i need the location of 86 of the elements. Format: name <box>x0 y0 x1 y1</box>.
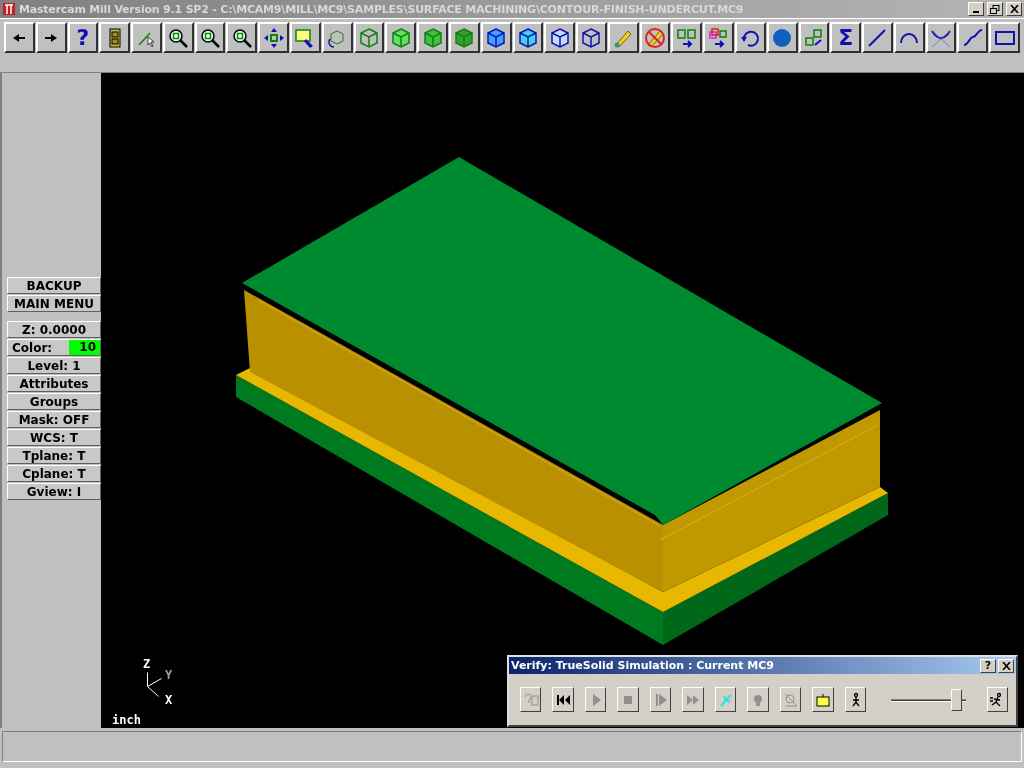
arc-button[interactable] <box>893 22 925 53</box>
color-swatch: 10 <box>69 340 100 355</box>
view-button[interactable] <box>544 22 576 53</box>
setting-button[interactable]: Groups <box>7 393 101 410</box>
help-button[interactable]: ? <box>980 658 996 673</box>
setting-button[interactable]: Tplane: T <box>7 447 101 464</box>
setting-label: Color: <box>12 340 53 355</box>
setting-button[interactable]: WCS: T <box>7 429 101 446</box>
view-button[interactable] <box>576 22 607 53</box>
menu-button[interactable]: BACKUP <box>7 277 101 294</box>
close-button[interactable] <box>1006 2 1022 16</box>
shaded-cube-icon <box>580 26 603 49</box>
pencil-button[interactable] <box>607 22 639 53</box>
rewind-button[interactable] <box>552 687 574 712</box>
view-button[interactable] <box>385 22 417 53</box>
wireframe-cube-icon <box>453 26 476 49</box>
speed-slider-thumb[interactable] <box>951 688 963 711</box>
sum-button[interactable]: Σ <box>830 22 862 53</box>
undo-button[interactable] <box>734 22 766 53</box>
forward-button[interactable] <box>35 22 67 53</box>
spline-icon <box>961 26 984 49</box>
wireframe-cube-icon <box>421 26 444 49</box>
solids-icon <box>802 26 825 49</box>
shaded-cube-icon <box>485 26 508 49</box>
setting-button[interactable]: Mask: OFF <box>7 411 101 428</box>
shaded-cube-icon <box>548 26 571 49</box>
menu-button[interactable]: MAIN MENU <box>7 295 101 312</box>
setting-button[interactable]: Attributes <box>7 375 101 392</box>
units-label: inch <box>112 713 141 727</box>
axis-label: Y <box>165 668 173 682</box>
spline-button[interactable] <box>957 22 989 53</box>
rotate-button[interactable] <box>321 22 353 53</box>
setting-button[interactable]: Level: 1 <box>7 357 101 374</box>
run-button[interactable] <box>986 687 1009 712</box>
pan-icon <box>262 26 285 49</box>
dialog-title: Verify: TrueSolid Simulation : Current MC9 <box>511 659 775 672</box>
zoom-icon <box>199 26 222 49</box>
view-button[interactable] <box>353 22 385 53</box>
cutter-icon <box>717 691 734 708</box>
file-button[interactable] <box>99 22 131 53</box>
axis-label: X <box>165 693 173 707</box>
fillet-button[interactable] <box>925 22 957 53</box>
setting-button[interactable]: Gview: I <box>7 483 101 500</box>
zoom-icon <box>167 26 190 49</box>
zoom-button[interactable] <box>194 22 226 53</box>
zoom-icon <box>230 26 253 49</box>
nopencil-icon <box>644 26 666 49</box>
restore-button[interactable] <box>987 2 1003 16</box>
sphere-icon <box>771 26 794 49</box>
line-button[interactable] <box>862 22 893 53</box>
restore-icon <box>990 4 1000 14</box>
close-button[interactable] <box>998 658 1014 673</box>
back-button[interactable] <box>4 22 35 53</box>
wireframe-cube-icon <box>358 26 380 49</box>
transform-button[interactable] <box>703 22 734 53</box>
shaded-cube-icon <box>516 26 539 49</box>
setting-button[interactable]: Cplane: T <box>7 465 101 482</box>
zoom-button[interactable] <box>162 22 194 53</box>
app-logo-icon <box>2 2 16 16</box>
xform-icon <box>707 26 730 49</box>
zoom-button[interactable] <box>226 22 258 53</box>
close-icon <box>1009 5 1019 13</box>
walk-button[interactable] <box>844 687 867 712</box>
sphere-button[interactable] <box>766 22 798 53</box>
view-button[interactable] <box>480 22 512 53</box>
close-icon <box>1001 661 1011 670</box>
pan-button[interactable] <box>258 22 290 53</box>
view-button[interactable] <box>512 22 544 53</box>
axis-label: Z <box>143 657 151 671</box>
minimize-button[interactable] <box>968 2 984 16</box>
color-setting-button[interactable]: Color: 10 <box>7 339 101 356</box>
wireframe-cube-icon <box>389 26 412 49</box>
line-icon <box>866 26 889 49</box>
analyze-button[interactable] <box>131 22 162 53</box>
setting-button[interactable]: Z: 0.0000 <box>7 321 101 338</box>
view-button[interactable] <box>417 22 448 53</box>
no-pencil-button[interactable] <box>639 22 671 53</box>
xform-icon <box>675 26 698 49</box>
cutter-button[interactable] <box>714 687 737 712</box>
transform-button[interactable] <box>671 22 703 53</box>
rectangle-button[interactable] <box>989 22 1020 53</box>
view-button[interactable] <box>448 22 480 53</box>
solids-button[interactable] <box>798 22 830 53</box>
axis-triad-icon <box>147 672 163 697</box>
help-button[interactable]: ? <box>67 22 99 53</box>
window-title: Mastercam Mill Version 9.1 SP2 - C:\MCAM9\MILL\MC9\SAMPLES\SURFACE MACHINING\CONTOUR-FINISH-UNDERCUT.MC9 <box>19 2 745 16</box>
